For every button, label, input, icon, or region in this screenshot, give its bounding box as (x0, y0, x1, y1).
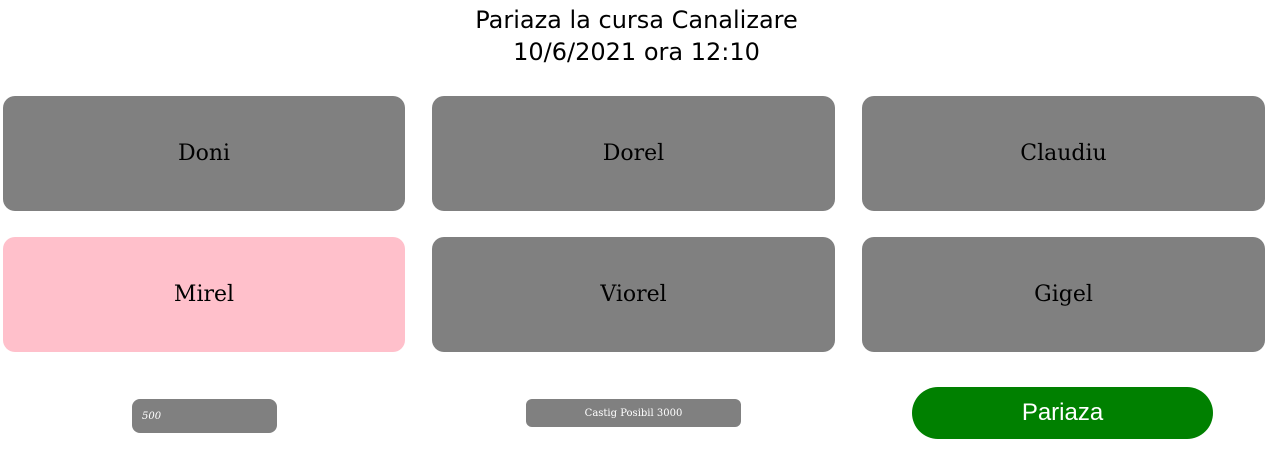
racer-name: Doni (177, 141, 231, 166)
race-datetime: 10/6/2021 ora 12:10 (513, 38, 760, 66)
racer-tile-viorel[interactable]: Viorel (432, 237, 835, 352)
racer-name: Dorel (602, 141, 665, 166)
possible-win-label: Castig Posibil 3000 (584, 407, 683, 419)
racer-name: Claudiu (1020, 141, 1107, 166)
place-bet-button[interactable]: Pariaza (912, 387, 1213, 439)
racer-tile-claudiu[interactable]: Claudiu (862, 96, 1265, 211)
racer-grid: Doni Dorel Claudiu Mirel Viorel Gigel (3, 96, 1265, 352)
racer-tile-doni[interactable]: Doni (3, 96, 405, 211)
page-title: Pariaza la cursa Canalizare (475, 6, 798, 34)
racer-name: Viorel (600, 282, 667, 307)
possible-win-display: Castig Posibil 3000 (526, 399, 741, 427)
racer-tile-dorel[interactable]: Dorel (432, 96, 835, 211)
place-bet-label: Pariaza (1021, 399, 1104, 426)
racer-tile-gigel[interactable]: Gigel (862, 237, 1265, 352)
racer-name: Mirel (173, 282, 235, 307)
bet-amount-input[interactable] (132, 399, 277, 433)
racer-name: Gigel (1034, 282, 1093, 307)
racer-tile-mirel[interactable]: Mirel (3, 237, 405, 352)
header: Pariaza la cursa Canalizare 10/6/2021 or… (0, 4, 1273, 68)
